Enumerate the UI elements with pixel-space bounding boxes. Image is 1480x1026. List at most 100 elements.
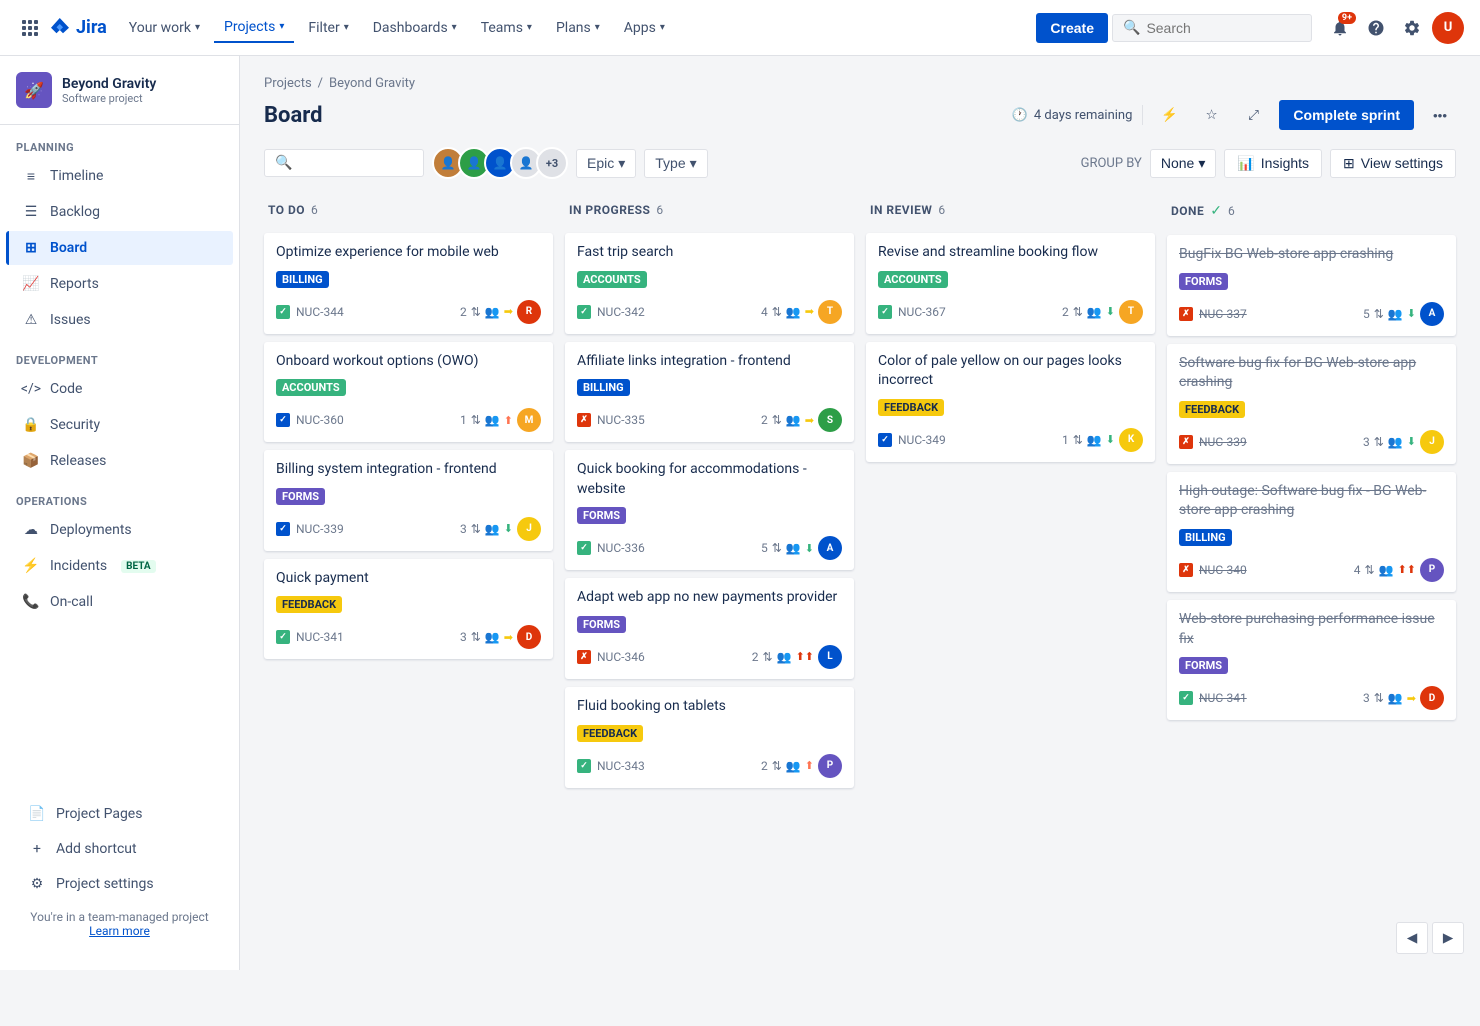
search-bar[interactable]: 🔍 — [1112, 14, 1312, 42]
help-button[interactable] — [1360, 12, 1392, 44]
card-tag[interactable]: ACCOUNTS — [878, 271, 948, 288]
column-done: DONE ✓ 6 BugFix BG Web-store app crashin… — [1167, 195, 1456, 796]
more-avatars[interactable]: +3 — [536, 147, 568, 179]
issue-id: NUC-341 — [1199, 691, 1247, 705]
group-by-select[interactable]: None ▾ — [1150, 149, 1217, 178]
card-title: Color of pale yellow on our pages looks … — [878, 352, 1143, 391]
dashboards-menu[interactable]: Dashboards ▾ — [363, 14, 467, 42]
projects-menu[interactable]: Projects ▾ — [214, 13, 294, 43]
board-card[interactable]: Affiliate links integration - frontend B… — [565, 342, 854, 443]
scroll-right-button[interactable]: ▶ — [1432, 922, 1464, 954]
breadcrumb-project[interactable]: Beyond Gravity — [329, 76, 415, 91]
board-card[interactable]: Revise and streamline booking flow ACCOU… — [866, 233, 1155, 334]
card-tag[interactable]: FEEDBACK — [577, 725, 643, 742]
sidebar-footer: 📄 Project Pages + Add shortcut ⚙ Project… — [0, 788, 239, 954]
card-tag[interactable]: FORMS — [577, 616, 626, 633]
card-num: 2 — [752, 650, 759, 664]
board-card[interactable]: Quick payment FEEDBACK ✓ NUC-341 3 ⇅ 👥 ➡… — [264, 559, 553, 660]
lightning-button[interactable]: ⚡ — [1153, 99, 1185, 131]
sidebar-item-add-shortcut[interactable]: + Add shortcut — [12, 832, 227, 866]
card-num: 5 — [761, 541, 768, 555]
subtasks-icon: ⇅ — [772, 305, 782, 319]
notifications-button[interactable]: 9+ — [1324, 12, 1356, 44]
card-tag[interactable]: FORMS — [276, 488, 325, 505]
subtasks-icon: ⇅ — [772, 413, 782, 427]
card-tag[interactable]: BILLING — [276, 271, 329, 288]
card-tag[interactable]: ACCOUNTS — [276, 379, 346, 396]
plans-menu[interactable]: Plans ▾ — [546, 14, 610, 42]
sidebar-item-security[interactable]: 🔒 Security — [6, 408, 233, 442]
card-tag[interactable]: FEEDBACK — [276, 596, 342, 613]
insights-button[interactable]: 📊 Insights — [1224, 149, 1322, 178]
card-tag[interactable]: BILLING — [577, 379, 630, 396]
user-avatar[interactable]: U — [1432, 12, 1464, 44]
project-type: Software project — [62, 92, 156, 105]
card-tag[interactable]: FORMS — [1179, 657, 1228, 674]
view-settings-button[interactable]: ⊞ View settings — [1330, 149, 1456, 178]
apps-menu[interactable]: Apps ▾ — [614, 14, 675, 42]
board-card[interactable]: Fluid booking on tablets FEEDBACK ✓ NUC-… — [565, 687, 854, 788]
card-num: 2 — [761, 413, 768, 427]
board-card[interactable]: Color of pale yellow on our pages looks … — [866, 342, 1155, 462]
board-card[interactable]: Billing system integration - frontend FO… — [264, 450, 553, 551]
card-footer: ✓ NUC-360 1 ⇅ 👥 ⬆ M — [276, 408, 541, 432]
sidebar-item-reports[interactable]: 📈 Reports — [6, 267, 233, 301]
breadcrumb: Projects / Beyond Gravity — [264, 76, 1456, 91]
teams-menu[interactable]: Teams ▾ — [471, 14, 542, 42]
expand-button[interactable]: ⤢ — [1237, 99, 1269, 131]
grid-icon[interactable] — [16, 14, 44, 42]
sidebar-item-backlog[interactable]: ☰ Backlog — [6, 195, 233, 229]
board-card[interactable]: Optimize experience for mobile web BILLI… — [264, 233, 553, 334]
subtasks-icon: ⇅ — [763, 650, 773, 664]
sidebar-item-issues[interactable]: ⚠ Issues — [6, 303, 233, 337]
more-options-button[interactable]: ••• — [1424, 99, 1456, 131]
card-tag[interactable]: FEEDBACK — [1179, 401, 1245, 418]
epic-filter[interactable]: Epic ▾ — [576, 149, 636, 178]
sidebar-item-releases[interactable]: 📦 Releases — [6, 444, 233, 478]
card-tag[interactable]: FORMS — [1179, 273, 1228, 290]
sidebar-item-deployments[interactable]: ☁ Deployments — [6, 513, 233, 547]
filter-menu[interactable]: Filter ▾ — [298, 14, 358, 42]
star-button[interactable]: ☆ — [1195, 99, 1227, 131]
card-tag[interactable]: ACCOUNTS — [577, 271, 647, 288]
issue-id: NUC-343 — [597, 759, 645, 773]
sidebar-item-board[interactable]: ⊞ Board — [6, 231, 233, 265]
board-card[interactable]: Quick booking for accommodations - websi… — [565, 450, 854, 570]
column-title: TO DO — [268, 203, 305, 217]
sidebar-item-project-pages[interactable]: 📄 Project Pages — [12, 797, 227, 831]
board-card[interactable]: Onboard workout options (OWO) ACCOUNTS ✓… — [264, 342, 553, 443]
board-search[interactable]: 🔍 — [264, 149, 424, 177]
learn-more-link[interactable]: Learn more — [89, 924, 150, 938]
your-work-menu[interactable]: Your work ▾ — [119, 14, 210, 42]
board-card[interactable]: Adapt web app no new payments provider F… — [565, 578, 854, 679]
card-footer: ✓ NUC-339 3 ⇅ 👥 ⬇ J — [276, 517, 541, 541]
releases-icon: 📦 — [22, 452, 40, 470]
story-points-icon: 👥 — [786, 759, 801, 773]
board-card[interactable]: Web-store purchasing performance issue f… — [1167, 600, 1456, 720]
sidebar-item-oncall[interactable]: 📞 On-call — [6, 585, 233, 619]
sidebar-item-project-settings[interactable]: ⚙ Project settings — [12, 867, 227, 901]
issue-type-icon: ✗ — [577, 650, 591, 664]
sidebar-item-code[interactable]: </> Code — [6, 372, 233, 406]
type-filter[interactable]: Type ▾ — [644, 149, 707, 178]
settings-button[interactable] — [1396, 12, 1428, 44]
sidebar-item-incidents[interactable]: ⚡ Incidents BETA — [6, 549, 233, 583]
breadcrumb-projects[interactable]: Projects — [264, 76, 312, 91]
project-name: Beyond Gravity — [62, 76, 156, 92]
board-card[interactable]: High outage: Software bug fix - BG Web-s… — [1167, 472, 1456, 592]
search-input[interactable] — [1146, 20, 1301, 36]
board-search-input[interactable] — [298, 155, 413, 171]
board-card[interactable]: BugFix BG Web-store app crashing FORMS ✗… — [1167, 235, 1456, 336]
create-button[interactable]: Create — [1036, 13, 1108, 43]
sidebar-item-timeline[interactable]: ≡ Timeline — [6, 159, 233, 193]
board-card[interactable]: Software bug fix for BG Web-store app cr… — [1167, 344, 1456, 464]
card-tag[interactable]: FEEDBACK — [878, 399, 944, 416]
scroll-left-button[interactable]: ◀ — [1396, 922, 1428, 954]
card-meta: 2 ⇅ 👥 ➡ R — [460, 300, 541, 324]
card-tag[interactable]: BILLING — [1179, 529, 1232, 546]
complete-sprint-button[interactable]: Complete sprint — [1279, 100, 1414, 130]
jira-logo[interactable]: Jira — [48, 16, 107, 40]
board-card[interactable]: Fast trip search ACCOUNTS ✓ NUC-342 4 ⇅ … — [565, 233, 854, 334]
card-tag[interactable]: FORMS — [577, 507, 626, 524]
card-avatar: T — [1119, 300, 1143, 324]
